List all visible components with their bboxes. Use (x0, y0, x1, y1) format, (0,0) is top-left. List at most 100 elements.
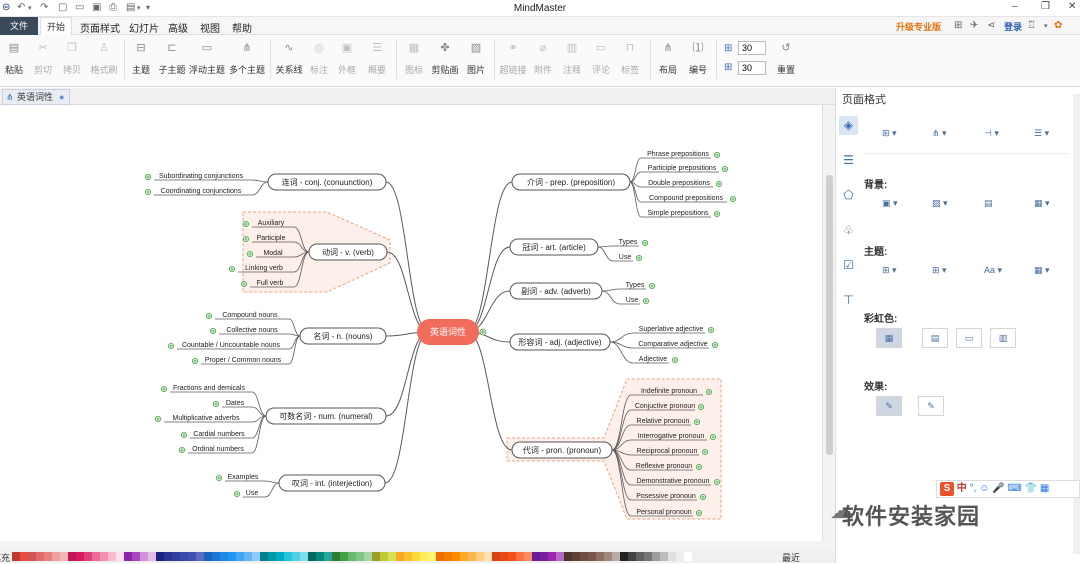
color-swatch[interactable] (484, 552, 492, 561)
subtopic-label[interactable]: Dates (226, 400, 245, 407)
subtopic-label[interactable]: Linking verb (245, 265, 283, 272)
undo-icon[interactable]: ↶ (17, 2, 25, 13)
color-swatch[interactable] (428, 552, 436, 561)
subtopic-label[interactable]: Compound nouns (222, 312, 278, 319)
hyperlink-button[interactable]: ⚭ 超链接 (499, 39, 527, 76)
rainbow-none-option[interactable]: ▦ (876, 328, 902, 348)
send-icon[interactable]: ✈ (970, 20, 978, 31)
color-swatch[interactable] (340, 552, 348, 561)
effect-hand-drawn-off[interactable]: ✎ (876, 396, 902, 416)
boundary-button[interactable]: ▣ 外框 (336, 39, 358, 76)
subtopic-label[interactable]: Participle (257, 235, 286, 242)
menu-help[interactable]: 帮助 (232, 20, 252, 35)
copy-button[interactable]: ❐ 拷贝 (60, 39, 84, 76)
color-swatch[interactable] (308, 552, 316, 561)
subtopic-label[interactable]: Collective nouns (226, 327, 278, 334)
color-swatch[interactable] (524, 552, 532, 561)
relationship-button[interactable]: ∿ 关系线 (275, 39, 303, 76)
background-image-icon[interactable]: ▨ ▾ (932, 198, 948, 209)
menu-file[interactable]: 文件 (0, 17, 38, 35)
subtopic-label[interactable]: Participle prepositions (648, 165, 717, 172)
color-swatch[interactable] (316, 552, 324, 561)
numbering-button[interactable]: ⑴ 编号 (686, 39, 710, 76)
topic-button[interactable]: ⊟ 主题 (129, 39, 153, 76)
color-swatch[interactable] (284, 552, 292, 561)
restore-button[interactable]: ❐ (1041, 1, 1050, 12)
subtopic-label[interactable]: Cardial numbers (193, 431, 245, 438)
structure-layout-icon[interactable]: ⊞ ▾ (882, 128, 897, 139)
color-swatch[interactable] (124, 552, 132, 561)
unsaved-dot-icon[interactable]: ● (59, 90, 64, 104)
color-swatch[interactable] (44, 552, 52, 561)
share-icon[interactable]: ⋖ (987, 20, 995, 31)
color-swatch[interactable] (300, 552, 308, 561)
color-swatch[interactable] (532, 552, 540, 561)
theme-font-icon[interactable]: Aa ▾ (984, 265, 1002, 276)
color-swatch[interactable] (260, 552, 268, 561)
subtopic-label[interactable]: Types (619, 239, 638, 246)
color-swatch[interactable] (164, 552, 172, 561)
color-swatch[interactable] (12, 552, 20, 561)
color-swatch[interactable] (172, 552, 180, 561)
outline-tab-icon[interactable]: ⊤ (839, 291, 858, 310)
color-swatch[interactable] (364, 552, 372, 561)
color-swatch[interactable] (548, 552, 556, 561)
subtopic-label[interactable]: Personal pronoun (636, 509, 691, 516)
tag-button[interactable]: ⊓ 标签 (619, 39, 641, 76)
color-swatch[interactable] (420, 552, 428, 561)
color-swatch[interactable] (204, 552, 212, 561)
subtopic-label[interactable]: Use (626, 297, 639, 304)
menu-page-style[interactable]: 页面样式 (80, 20, 120, 35)
subtopic-label[interactable]: Full verb (257, 280, 284, 287)
color-swatch[interactable] (628, 552, 636, 561)
color-swatch[interactable] (684, 552, 692, 561)
color-swatch[interactable] (468, 552, 476, 561)
paste-button[interactable]: ▤ 粘贴 (2, 39, 26, 76)
color-swatch[interactable] (236, 552, 244, 561)
subtopic-label[interactable]: Reciprocal pronoun (637, 448, 698, 455)
color-swatch[interactable] (492, 552, 500, 561)
menu-advanced[interactable]: 高级 (168, 20, 188, 35)
icon-button[interactable]: ▦ 图标 (403, 39, 425, 76)
subtopic-label[interactable]: Conjuctive pronoun (635, 403, 695, 410)
mindmap-svg[interactable]: Subordinating conjunctions Coordinating c… (0, 105, 822, 541)
color-swatch[interactable] (76, 552, 84, 561)
clipart-button[interactable]: ✤ 剪贴画 (430, 39, 460, 76)
dropdown-icon[interactable]: ▾ (28, 4, 32, 12)
color-swatch[interactable] (228, 552, 236, 561)
color-swatch[interactable] (84, 552, 92, 561)
watermark-icon[interactable]: ▤ (984, 198, 993, 209)
color-swatch[interactable] (516, 552, 524, 561)
color-swatch[interactable] (132, 552, 140, 561)
summary-button[interactable]: ☰ 概要 (366, 39, 388, 76)
color-scheme-icon[interactable]: ▦ ▾ (1034, 265, 1050, 276)
color-swatch[interactable] (180, 552, 188, 561)
attachment-button[interactable]: ⌀ 附件 (532, 39, 554, 76)
theme-select-icon[interactable]: ⊞ ▾ (882, 265, 897, 276)
vertical-spacing-input[interactable] (738, 61, 766, 75)
subtopic-label[interactable]: Types (626, 282, 645, 289)
color-swatch[interactable] (604, 552, 612, 561)
color-swatch[interactable] (452, 552, 460, 561)
menu-slides[interactable]: 幻灯片 (129, 20, 159, 35)
color-swatch[interactable] (244, 552, 252, 561)
background-color-icon[interactable]: ▣ ▾ (882, 198, 898, 209)
tree-layout-icon[interactable]: ⋔ ▾ (932, 128, 947, 139)
color-swatch[interactable] (636, 552, 644, 561)
vertical-scrollbar[interactable] (822, 105, 835, 541)
scrollbar-thumb[interactable] (826, 175, 833, 455)
print-icon[interactable]: ⎙ (109, 2, 117, 13)
color-swatch[interactable] (356, 552, 364, 561)
subtopic-label[interactable]: Double prepositions (648, 180, 710, 187)
color-swatch[interactable] (324, 552, 332, 561)
color-swatch[interactable] (372, 552, 380, 561)
color-swatch[interactable] (92, 552, 100, 561)
format-painter-button[interactable]: ♙ 格式刷 (89, 39, 119, 76)
list-tab-icon[interactable]: ☰ (839, 151, 858, 170)
subtopic-label[interactable]: Ordinal numbers (192, 446, 244, 453)
color-swatch[interactable] (188, 552, 196, 561)
color-swatch[interactable] (212, 552, 220, 561)
color-theme-icon[interactable]: ⊞ ▾ (932, 265, 947, 276)
recent-colors-label[interactable]: 最近 (782, 551, 800, 564)
subtopic-label[interactable]: Simple prepositions (647, 210, 709, 217)
